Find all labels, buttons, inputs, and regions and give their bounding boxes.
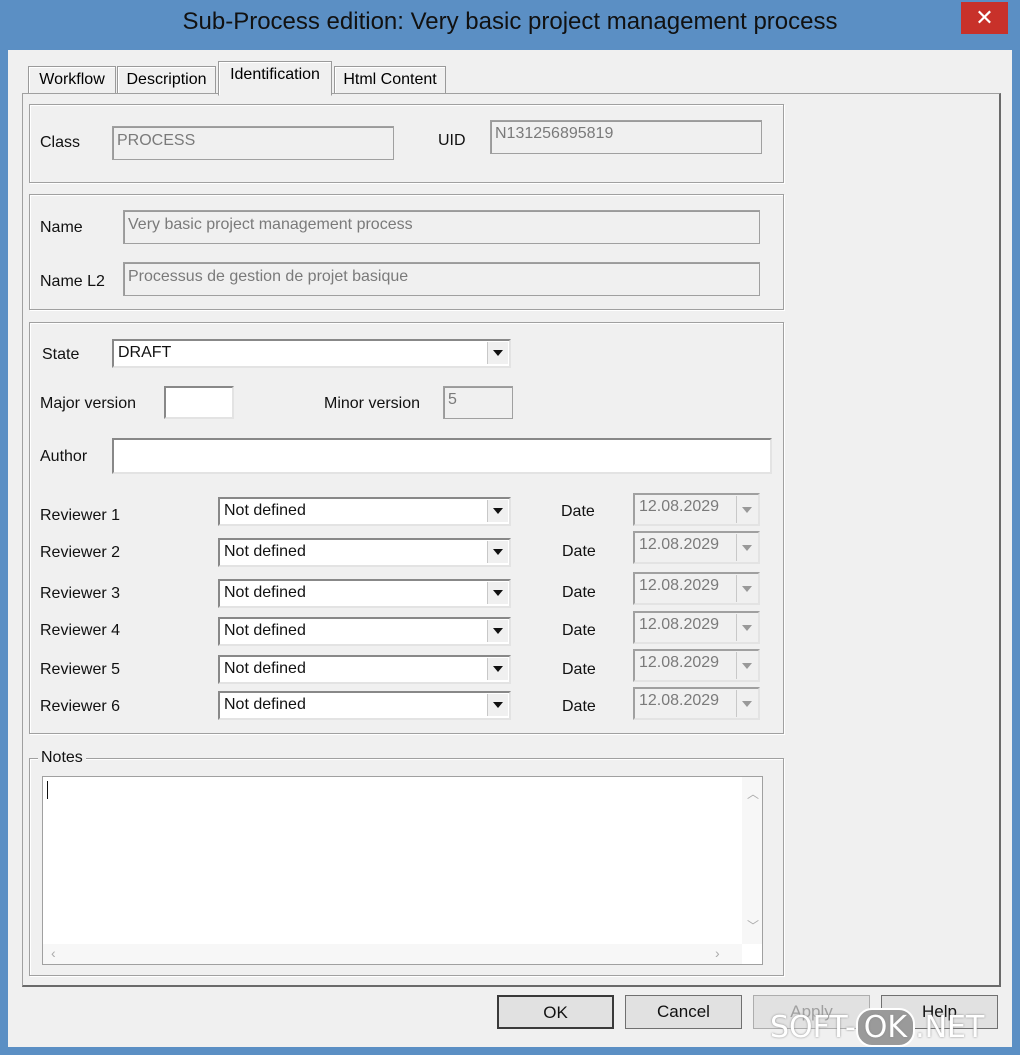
chevron-down-icon[interactable]: [487, 620, 508, 642]
ok-button[interactable]: OK: [497, 995, 614, 1029]
chevron-down-icon: [736, 496, 757, 523]
reviewer-5-combo[interactable]: Not defined: [218, 655, 511, 684]
reviewer-2-combo[interactable]: Not defined: [218, 538, 511, 567]
scroll-down-icon[interactable]: ﹀: [747, 917, 759, 934]
reviewer-5-label: Reviewer 5: [40, 661, 121, 678]
text-caret: [47, 781, 48, 799]
reviewer-2-date: 12.08.2029: [633, 531, 760, 564]
close-icon: ✕: [975, 5, 994, 30]
class-label: Class: [40, 134, 81, 151]
state-combo[interactable]: DRAFT: [112, 339, 511, 368]
reviewer-3-combo[interactable]: Not defined: [218, 579, 511, 608]
reviewer-3-date-label: Date: [562, 584, 596, 601]
reviewer-3-value: Not defined: [224, 584, 306, 601]
minor-version-label: Minor version: [324, 395, 421, 412]
chevron-down-icon[interactable]: [487, 694, 508, 716]
horizontal-scrollbar[interactable]: ‹ ›: [43, 944, 742, 964]
chevron-down-icon: [736, 690, 757, 717]
class-field: PROCESS: [112, 126, 394, 160]
state-value: DRAFT: [118, 344, 172, 361]
reviewer-3-date: 12.08.2029: [633, 572, 760, 605]
uid-label: UID: [438, 132, 466, 149]
tab-description[interactable]: Description: [117, 66, 216, 94]
chevron-down-icon[interactable]: [487, 342, 508, 364]
reviewer-1-combo[interactable]: Not defined: [218, 497, 511, 526]
chevron-down-icon[interactable]: [487, 541, 508, 563]
reviewer-6-combo[interactable]: Not defined: [218, 691, 511, 720]
reviewer-4-date-value: 12.08.2029: [639, 616, 720, 633]
reviewer-2-date-label: Date: [562, 543, 596, 560]
chevron-down-icon: [736, 534, 757, 561]
reviewer-6-date-value: 12.08.2029: [639, 692, 720, 709]
reviewer-6-label: Reviewer 6: [40, 698, 121, 715]
reviewer-1-value: Not defined: [224, 502, 306, 519]
reviewer-1-date: 12.08.2029: [633, 493, 760, 526]
reviewer-1-label: Reviewer 1: [40, 507, 121, 524]
tab-identification[interactable]: Identification: [218, 61, 332, 96]
reviewer-1-date-label: Date: [561, 503, 595, 520]
watermark: SOFT- OK .NET: [770, 1008, 984, 1047]
reviewer-4-combo[interactable]: Not defined: [218, 617, 511, 646]
chevron-down-icon: [736, 614, 757, 641]
reviewer-5-date-label: Date: [562, 661, 596, 678]
cancel-button[interactable]: Cancel: [625, 995, 742, 1029]
name-field: Very basic project management process: [123, 210, 760, 244]
reviewer-2-date-value: 12.08.2029: [639, 536, 720, 553]
author-input[interactable]: [112, 438, 772, 474]
reviewer-5-date: 12.08.2029: [633, 649, 760, 682]
watermark-left: SOFT-: [770, 1010, 856, 1045]
scroll-right-icon[interactable]: ›: [715, 945, 720, 961]
watermark-pill: OK: [855, 1008, 916, 1047]
name-label: Name: [40, 219, 83, 236]
chevron-down-icon[interactable]: [487, 500, 508, 522]
window-title: Sub-Process edition: Very basic project …: [182, 8, 838, 35]
reviewer-3-label: Reviewer 3: [40, 585, 121, 602]
minor-version-field: 5: [443, 386, 513, 419]
reviewer-6-date-label: Date: [562, 698, 596, 715]
name-l2-field: Processus de gestion de projet basique: [123, 262, 760, 296]
reviewer-3-date-value: 12.08.2029: [639, 577, 720, 594]
name-l2-label: Name L2: [40, 273, 105, 290]
watermark-right: .NET: [915, 1010, 985, 1045]
reviewer-4-date: 12.08.2029: [633, 611, 760, 644]
reviewer-2-label: Reviewer 2: [40, 544, 121, 561]
major-version-input[interactable]: [164, 386, 234, 419]
chevron-down-icon: [736, 575, 757, 602]
uid-field: N131256895819: [490, 120, 762, 154]
state-label: State: [42, 346, 80, 363]
major-version-label: Major version: [40, 395, 137, 412]
reviewer-4-date-label: Date: [562, 622, 596, 639]
reviewer-5-date-value: 12.08.2029: [639, 654, 720, 671]
notes-textarea[interactable]: ︿ ﹀ ‹ ›: [42, 776, 763, 965]
reviewer-1-date-value: 12.08.2029: [639, 498, 720, 515]
tab-workflow[interactable]: Workflow: [28, 66, 116, 94]
reviewer-4-label: Reviewer 4: [40, 622, 121, 639]
reviewer-5-value: Not defined: [224, 660, 306, 677]
reviewer-4-value: Not defined: [224, 622, 306, 639]
reviewer-6-date: 12.08.2029: [633, 687, 760, 720]
chevron-down-icon[interactable]: [487, 582, 508, 604]
author-label: Author: [40, 448, 88, 465]
reviewer-2-value: Not defined: [224, 543, 306, 560]
close-button[interactable]: ✕: [961, 2, 1008, 34]
reviewer-6-value: Not defined: [224, 696, 306, 713]
tab-html-content[interactable]: Html Content: [334, 66, 446, 94]
scroll-up-icon[interactable]: ︿: [747, 785, 759, 802]
chevron-down-icon: [736, 652, 757, 679]
notes-label: Notes: [38, 749, 86, 767]
scroll-left-icon[interactable]: ‹: [51, 945, 56, 961]
vertical-scrollbar[interactable]: ︿ ﹀: [742, 777, 762, 944]
chevron-down-icon[interactable]: [487, 658, 508, 680]
